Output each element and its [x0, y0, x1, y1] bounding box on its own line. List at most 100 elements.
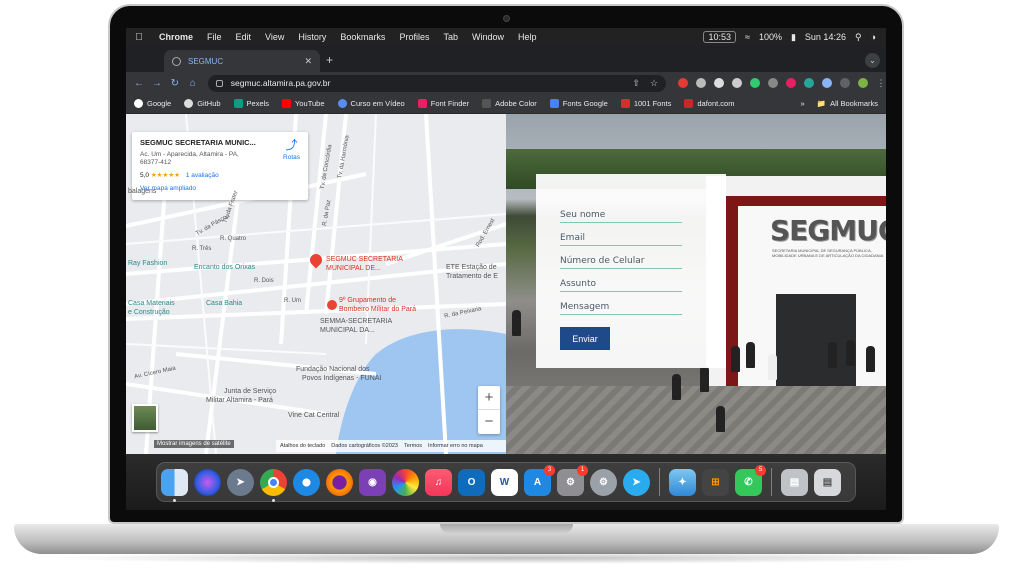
- name-input[interactable]: Seu nome: [560, 200, 682, 223]
- extension-colorpicker-icon[interactable]: [714, 78, 725, 88]
- extension-gray-icon[interactable]: [768, 78, 779, 88]
- sidebar-icon[interactable]: [840, 78, 851, 88]
- share-icon[interactable]: ⇧: [632, 78, 640, 89]
- browser-tab[interactable]: SEGMUC ✕: [164, 50, 320, 72]
- close-tab-icon[interactable]: ✕: [304, 56, 312, 67]
- map-label-junta-2[interactable]: Militar Altamira - Pará: [206, 397, 273, 404]
- downloads-icon[interactable]: ▤: [781, 468, 808, 496]
- launchpad-icon[interactable]: ➤: [227, 468, 254, 496]
- extension-record-icon[interactable]: [786, 78, 797, 88]
- extension-teal-icon[interactable]: [804, 78, 815, 88]
- utilities-icon[interactable]: ⚙: [590, 468, 617, 496]
- map-label-vine-cat[interactable]: Vine Cat Central: [288, 412, 339, 419]
- message-input[interactable]: Mensagem: [560, 292, 682, 315]
- bookmark-youtube[interactable]: YouTube: [282, 99, 325, 108]
- map-label-funai[interactable]: Fundação Nacional dos: [296, 366, 370, 373]
- siri-icon[interactable]: [194, 468, 221, 496]
- bookmark-1001-fonts[interactable]: 1001 Fonts: [620, 99, 671, 108]
- menu-history[interactable]: History: [291, 32, 333, 42]
- word-icon[interactable]: W: [491, 468, 518, 496]
- satellite-toggle-button[interactable]: [132, 404, 158, 432]
- map-label-casa-bahia[interactable]: Casa Bahia: [206, 300, 242, 307]
- forward-icon[interactable]: →: [148, 78, 166, 89]
- map-label-ete[interactable]: ETE Estação de: [446, 264, 497, 271]
- menubar-datetime[interactable]: Sun 14:26: [805, 32, 846, 42]
- bookmark-github[interactable]: GitHub: [184, 99, 221, 108]
- trash-icon[interactable]: ▤: [814, 468, 841, 496]
- calculator-icon[interactable]: ⊞: [702, 468, 729, 496]
- menu-tab[interactable]: Tab: [436, 32, 465, 42]
- new-tab-button[interactable]: +: [326, 53, 333, 67]
- bookmark-curso-em-video[interactable]: Curso em Vídeo: [337, 99, 405, 108]
- tab-search-icon[interactable]: ⌄: [865, 53, 880, 68]
- bookmark-google[interactable]: Google: [134, 99, 171, 108]
- menu-bookmarks[interactable]: Bookmarks: [333, 32, 392, 42]
- home-icon[interactable]: ⌂: [184, 78, 202, 89]
- photos-icon[interactable]: [392, 468, 419, 496]
- wifi-icon[interactable]: ≈: [745, 32, 750, 42]
- map-label-funai-2[interactable]: Povos Indígenas - FUNAI: [302, 375, 381, 382]
- swift-icon[interactable]: ✦: [669, 468, 696, 496]
- map-label-segmuc[interactable]: SEGMUC SECRETARIA: [326, 256, 403, 263]
- menu-app-name[interactable]: Chrome: [152, 32, 200, 42]
- menu-help[interactable]: Help: [511, 32, 544, 42]
- bookmark-adobe-color[interactable]: Adobe Color: [482, 99, 537, 108]
- all-bookmarks[interactable]: All Bookmarks: [830, 99, 878, 108]
- system-preferences-icon[interactable]: ⚙ 1: [557, 464, 588, 496]
- control-center-icon[interactable]: ◑: [871, 32, 876, 42]
- map-label-casa-materiais-2[interactable]: e Construção: [128, 309, 170, 316]
- map-label-bombeiro-2[interactable]: Bombeiro Militar do Pará: [339, 306, 416, 313]
- email-input[interactable]: Email: [560, 223, 682, 246]
- bookmark-pexels[interactable]: Pexels: [233, 99, 269, 108]
- map-label-junta[interactable]: Junta de Serviço: [224, 388, 276, 395]
- reviews-link[interactable]: 1 avaliação: [186, 172, 219, 179]
- map-label-encanto[interactable]: Encanto dos Orixas: [194, 264, 255, 271]
- app-store-icon[interactable]: A3: [524, 464, 555, 496]
- subject-input[interactable]: Assunto: [560, 269, 682, 292]
- battery-icon[interactable]: ▮: [791, 32, 796, 43]
- chrome-icon[interactable]: [260, 468, 287, 502]
- extension-eyedropper-icon[interactable]: [732, 78, 743, 88]
- site-info-icon[interactable]: [215, 79, 223, 87]
- bookmark-star-icon[interactable]: ☆: [650, 78, 658, 89]
- menu-file[interactable]: File: [200, 32, 229, 42]
- extension-gear-icon[interactable]: [696, 78, 707, 88]
- github-desktop-icon[interactable]: ◉: [359, 468, 386, 496]
- terms-link[interactable]: Termos: [404, 443, 422, 449]
- extension-red-icon[interactable]: [678, 78, 689, 88]
- map-label-ray-fashion[interactable]: Ray Fashion: [128, 260, 167, 267]
- map-label-bombeiro[interactable]: 9º Grupamento de: [339, 297, 396, 304]
- map-label-segmuc-2[interactable]: MUNICIPAL DE...: [326, 265, 381, 272]
- menu-edit[interactable]: Edit: [229, 32, 259, 42]
- safari-icon[interactable]: [293, 468, 320, 496]
- report-error-link[interactable]: Informar erro no mapa: [428, 443, 483, 449]
- timer-box[interactable]: 10:53: [703, 31, 736, 43]
- battery-percent[interactable]: 100%: [759, 32, 782, 42]
- telegram-icon[interactable]: ➤: [623, 468, 650, 496]
- reload-icon[interactable]: ↻: [166, 78, 184, 89]
- map-label-casa-materiais[interactable]: Casa Materiais: [128, 300, 175, 307]
- menu-profiles[interactable]: Profiles: [392, 32, 436, 42]
- back-icon[interactable]: ←: [130, 78, 148, 89]
- google-map-embed[interactable]: SEGMUC SECRETARIA MUNIC... Ac. Um - Apar…: [126, 114, 506, 454]
- bookmarks-overflow-icon[interactable]: »: [801, 99, 805, 108]
- phone-input[interactable]: Número de Celular: [560, 246, 682, 269]
- bombeiro-pin-icon[interactable]: [327, 300, 337, 310]
- submit-button[interactable]: Enviar: [560, 327, 610, 350]
- map-label-semma[interactable]: SEMMA-SECRETARIA: [320, 318, 392, 325]
- profile-avatar[interactable]: [858, 78, 869, 88]
- map-label-ete-2[interactable]: Tratamento de E: [446, 273, 498, 280]
- menu-view[interactable]: View: [258, 32, 291, 42]
- larger-map-link[interactable]: Ver mapa ampliado: [140, 185, 300, 192]
- finder-icon[interactable]: [161, 468, 188, 502]
- facetime-icon[interactable]: ✆ 5: [735, 464, 766, 496]
- bookmark-dafont[interactable]: dafont.com: [684, 99, 734, 108]
- zoom-in-button[interactable]: +: [478, 386, 500, 410]
- keyboard-shortcuts-link[interactable]: Atalhos do teclado: [280, 443, 325, 449]
- bookmark-font-finder[interactable]: Font Finder: [417, 99, 469, 108]
- directions-button[interactable]: ⤴ Rotas: [283, 138, 300, 161]
- firefox-icon[interactable]: [326, 468, 353, 496]
- map-label-semma-2[interactable]: MUNICIPAL DA...: [320, 327, 375, 334]
- music-icon[interactable]: ♫: [425, 468, 452, 496]
- bookmark-fonts-google[interactable]: Fonts Google: [549, 99, 608, 108]
